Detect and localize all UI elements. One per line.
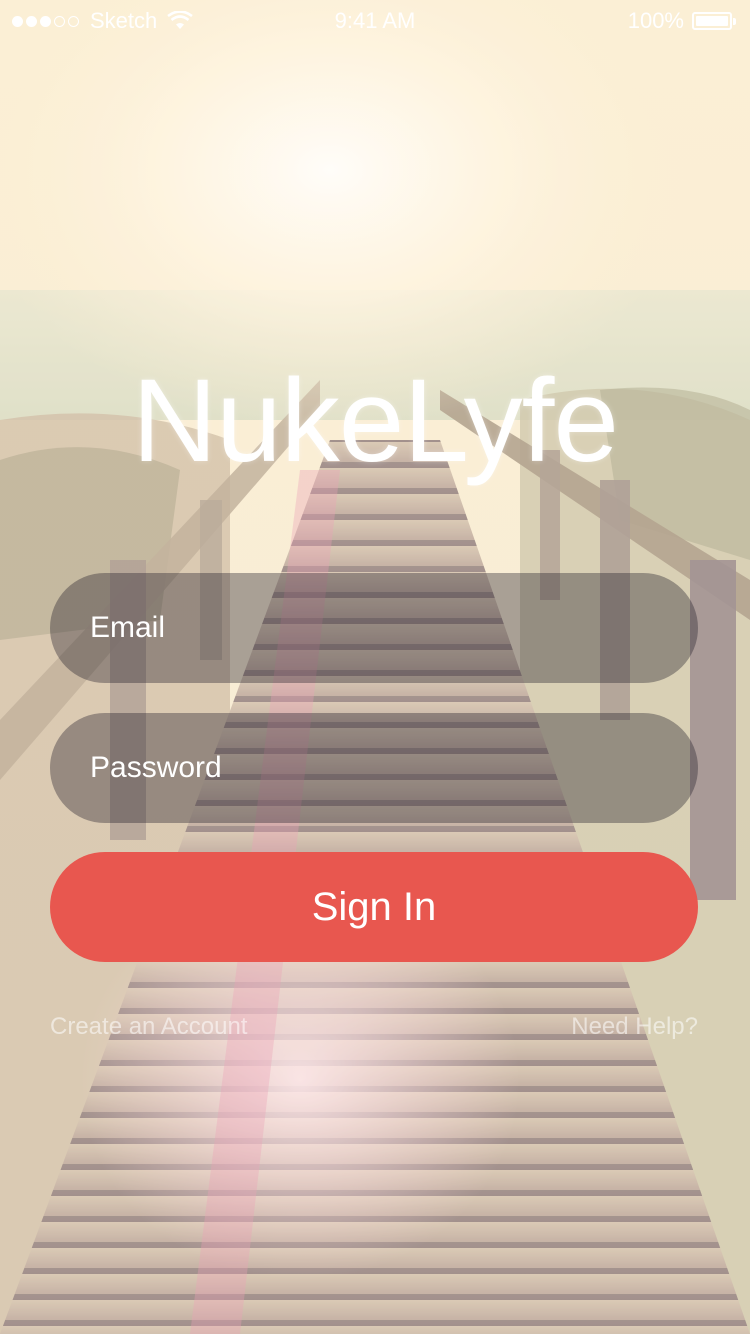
status-bar: Sketch 9:41 AM 100% — [0, 0, 750, 40]
create-account-link[interactable]: Create an Account — [50, 1013, 247, 1041]
battery-fill — [696, 16, 728, 26]
status-bar-right: 100% — [628, 8, 736, 34]
battery-tip — [733, 17, 736, 25]
login-screen: Sketch 9:41 AM 100% NukeLyfe Sign In Cre… — [0, 0, 750, 1334]
email-field-container — [50, 573, 698, 683]
password-field-container — [50, 713, 698, 823]
email-input[interactable] — [88, 610, 698, 646]
battery-icon — [692, 12, 732, 30]
sign-in-button[interactable]: Sign In — [50, 852, 698, 962]
battery-percentage: 100% — [627, 8, 684, 33]
need-help-link[interactable]: Need Help? — [571, 1013, 698, 1041]
password-input[interactable] — [88, 750, 698, 786]
app-title: NukeLyfe — [131, 355, 619, 487]
